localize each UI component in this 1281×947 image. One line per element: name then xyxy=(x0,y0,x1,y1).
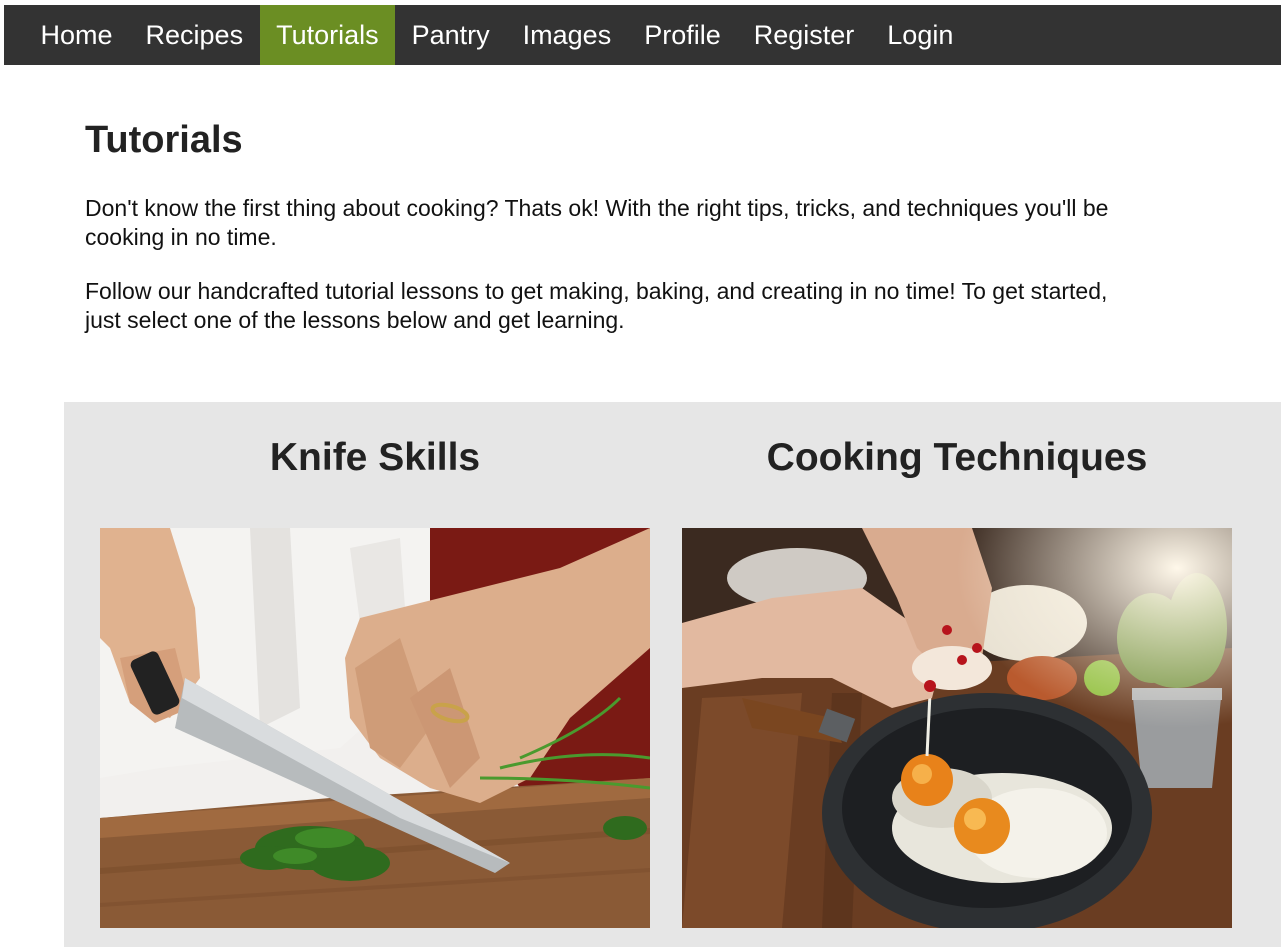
lesson-title-cooking-techniques: Cooking Techniques xyxy=(766,436,1148,479)
nav-images[interactable]: Images xyxy=(506,5,628,65)
cooking-techniques-image[interactable] xyxy=(682,528,1232,928)
main-navbar: Home Recipes Tutorials Pantry Images Pro… xyxy=(4,5,1281,65)
nav-pantry[interactable]: Pantry xyxy=(395,5,506,65)
nav-recipes[interactable]: Recipes xyxy=(129,5,260,65)
knife-skills-image[interactable] xyxy=(100,528,650,928)
nav-profile[interactable]: Profile xyxy=(628,5,738,65)
nav-login[interactable]: Login xyxy=(871,5,970,65)
nav-register[interactable]: Register xyxy=(737,5,871,65)
nav-tutorials[interactable]: Tutorials xyxy=(259,5,396,65)
intro-paragraph-2: Follow our handcrafted tutorial lessons … xyxy=(85,278,1108,333)
intro-section: Tutorials Don't know the first thing abo… xyxy=(85,112,1185,335)
lessons-panel: Knife Skills Cooking Techniques xyxy=(64,402,1281,947)
nav-home[interactable]: Home xyxy=(24,5,129,65)
intro-paragraph-1: Don't know the first thing about cooking… xyxy=(85,195,1109,250)
lesson-title-knife-skills: Knife Skills xyxy=(269,436,481,479)
page-title: Tutorials xyxy=(85,119,243,161)
